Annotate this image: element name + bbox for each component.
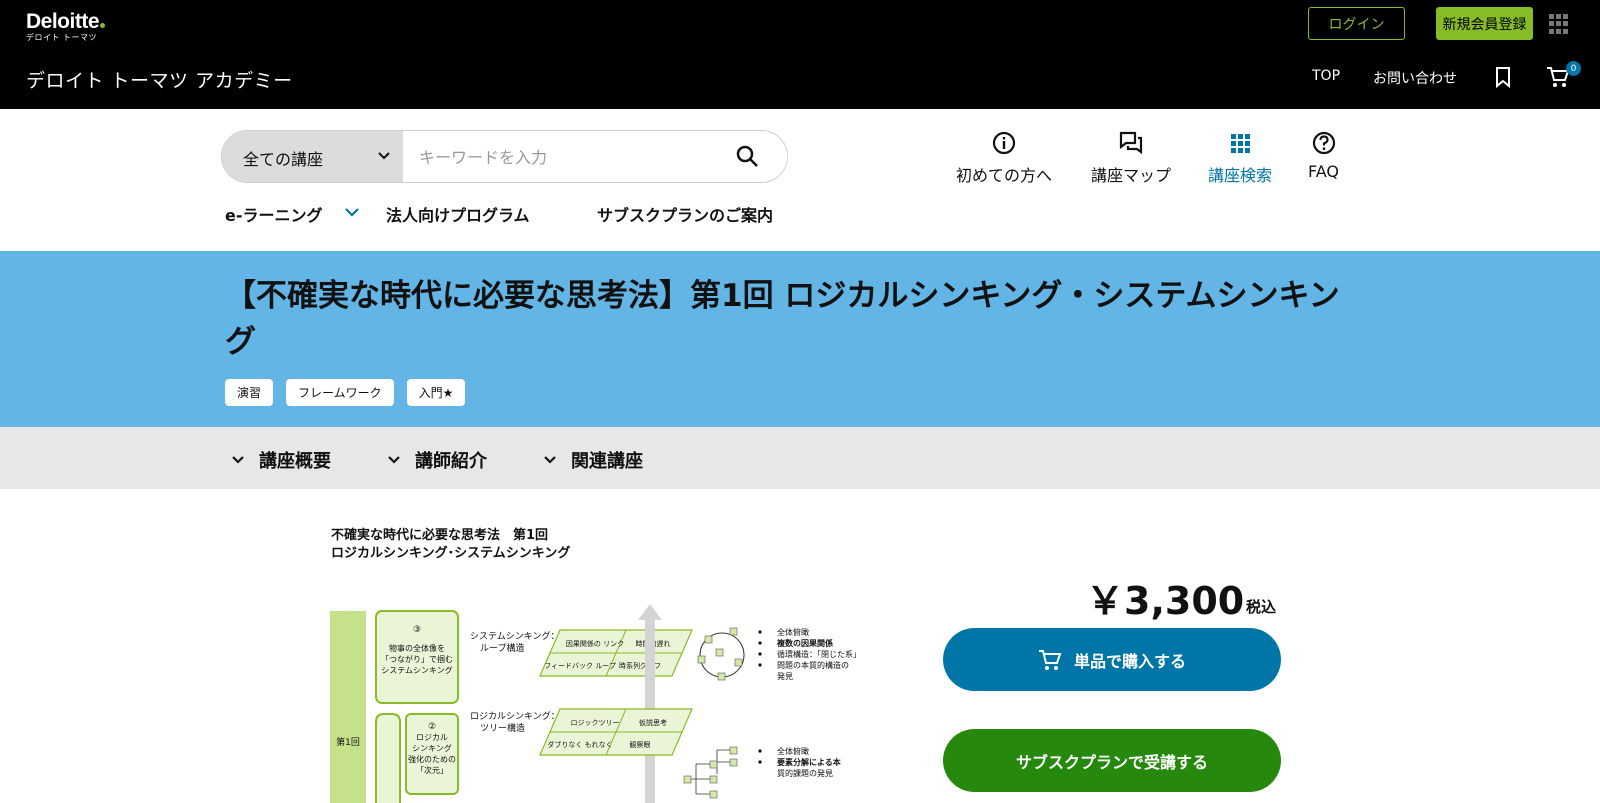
diagram-box3-line: システムシンキング xyxy=(381,665,453,675)
app-grid-icon[interactable] xyxy=(1549,14,1569,34)
diagram-logic-cell: ロジックツリー xyxy=(571,719,620,727)
quick-link-first-time[interactable]: 初めての方へ xyxy=(956,130,1052,186)
diagram-sys-label: ループ構造 xyxy=(480,642,524,654)
deloitte-logo[interactable]: Deloitte デロイト トーマツ xyxy=(26,10,106,43)
tab-label: 講座概要 xyxy=(259,451,331,472)
course-tags: 演習 フレームワーク 入門★ xyxy=(225,379,466,406)
diagram-sys-label: システムシンキング： xyxy=(470,630,559,642)
diagram-sys-bullet: 複数の因果関係 xyxy=(776,638,833,648)
tag-exercise[interactable]: 演習 xyxy=(225,379,274,406)
search-icon[interactable] xyxy=(735,144,761,170)
diagram-sys-bullet: 問題の本質的構造の xyxy=(777,660,849,670)
tag-beginner[interactable]: 入門★ xyxy=(406,379,466,406)
search-category-select[interactable]: 全ての講座 xyxy=(222,131,403,182)
diagram-sys-cell: フィードバック ループ xyxy=(544,662,616,670)
subscribe-button[interactable]: サブスクプランで受講する xyxy=(943,729,1281,792)
top-header: Deloitte デロイト トーマツ デロイト トーマツ アカデミー ログイン … xyxy=(0,0,1600,109)
logo-subtext: デロイト トーマツ xyxy=(26,33,98,42)
diagram-box3-num: ③ xyxy=(413,625,421,635)
diagram-session-label: 第1回 xyxy=(336,736,360,748)
diagram-sys-cell: 因果関係の リンク xyxy=(566,639,624,648)
diagram-box2-num: ② xyxy=(428,722,436,732)
subnav-elearning[interactable]: e-ラーニング xyxy=(225,202,323,226)
quick-link-label: 初めての方へ xyxy=(956,166,1053,185)
diagram-logic-bullet: 全体俯瞰 xyxy=(777,746,809,756)
chevron-down-icon xyxy=(378,152,390,160)
slide-title: 不確実な時代に必要な思考法 第1回 ロジカルシンキング･システムシンキング xyxy=(331,527,570,563)
chevron-down-icon xyxy=(544,456,556,464)
chevron-down-icon[interactable] xyxy=(344,206,360,218)
diagram-logic-label: ツリー構造 xyxy=(480,722,525,734)
quick-link-course-search[interactable]: 講座検索 xyxy=(1208,130,1272,186)
quick-link-label: 講座マップ xyxy=(1091,166,1172,185)
slide-title-line1: 不確実な時代に必要な思考法 第1回 xyxy=(331,528,549,543)
diagram-logic-label: ロジカルシンキング： xyxy=(470,710,560,722)
diagram-box3-line: 「つながり」で掴む xyxy=(381,654,453,664)
logo-dot xyxy=(100,23,106,28)
diagram-box2-line: シンキング xyxy=(412,743,452,753)
logo-wordmark: Deloitte xyxy=(26,10,100,33)
course-title: 【不確実な時代に必要な思考法】第1回 ロジカルシンキング・システムシンキング xyxy=(225,278,1340,360)
course-diagram: 第1回 ③ 物事の全体像を 「つながり」で掴む システムシンキング ② ロジカル… xyxy=(330,604,861,803)
tax-included-label: 税込 xyxy=(1246,598,1277,616)
diagram-box3-line: 物事の全体像を xyxy=(389,643,445,653)
tag-framework[interactable]: フレームワーク xyxy=(286,379,394,406)
diagram-logic-cell: 仮説思考 xyxy=(639,718,667,727)
buy-single-button[interactable]: 単品で購入する xyxy=(943,628,1281,691)
diagram-sys-bullet: 発見 xyxy=(777,672,793,681)
diagram-logic-bullet: 質的課題の発見 xyxy=(777,768,833,778)
question-icon xyxy=(1312,131,1335,155)
cart-icon xyxy=(1038,649,1062,670)
tab-course-overview[interactable]: 講座概要 xyxy=(231,447,331,473)
quick-link-course-map[interactable]: 講座マップ xyxy=(1091,130,1171,186)
tab-instructor[interactable]: 講師紹介 xyxy=(387,447,487,473)
chat-icon xyxy=(1119,131,1143,155)
login-button[interactable]: ログイン xyxy=(1308,7,1405,40)
diagram-box2-line: ロジカル xyxy=(416,733,448,742)
tab-label: 講師紹介 xyxy=(415,451,487,472)
chevron-down-icon xyxy=(388,456,400,464)
nav-top-link[interactable]: TOP xyxy=(1312,68,1340,84)
quick-link-faq[interactable]: FAQ xyxy=(1308,130,1339,181)
site-title[interactable]: デロイト トーマツ アカデミー xyxy=(26,66,293,93)
bookmark-icon[interactable] xyxy=(1494,66,1512,88)
search-category-label: 全ての講座 xyxy=(243,149,324,169)
search-bar: 全ての講座 xyxy=(221,130,788,183)
cart-count-badge: 0 xyxy=(1566,61,1581,76)
quick-link-label: 講座検索 xyxy=(1208,166,1273,185)
diagram-box2-line: 強化のための xyxy=(408,754,456,764)
diagram-logic-cell: ダブりなく もれなく xyxy=(547,740,612,749)
slide-title-line2: ロジカルシンキング･システムシンキング xyxy=(331,546,571,561)
info-icon xyxy=(992,131,1016,155)
diagram-sys-bullet: 全体俯瞰 xyxy=(777,627,809,637)
diagram-box2-line: 「次元」 xyxy=(416,765,448,775)
buy-single-label: 単品で購入する xyxy=(1073,651,1186,671)
quick-link-label: FAQ xyxy=(1308,162,1339,181)
subnav-corporate[interactable]: 法人向けプログラム xyxy=(386,202,530,226)
subnav-subscription[interactable]: サブスクプランのご案内 xyxy=(597,202,773,226)
grid-icon xyxy=(1231,134,1250,153)
diagram-sys-bullet: 循環構造：「閉じた系」 xyxy=(777,649,861,659)
tab-label: 関連講座 xyxy=(571,451,643,472)
tab-related-courses[interactable]: 関連講座 xyxy=(543,447,643,473)
diagram-logic-bullet: 要素分解による本 xyxy=(777,757,841,767)
search-input[interactable] xyxy=(403,131,787,182)
course-price: ￥3,300 xyxy=(1086,579,1245,623)
register-button[interactable]: 新規会員登録 xyxy=(1436,7,1533,40)
diagram-logic-cell: 観察眼 xyxy=(630,740,651,749)
chevron-down-icon xyxy=(232,456,244,464)
nav-contact-link[interactable]: お問い合わせ xyxy=(1373,68,1457,88)
